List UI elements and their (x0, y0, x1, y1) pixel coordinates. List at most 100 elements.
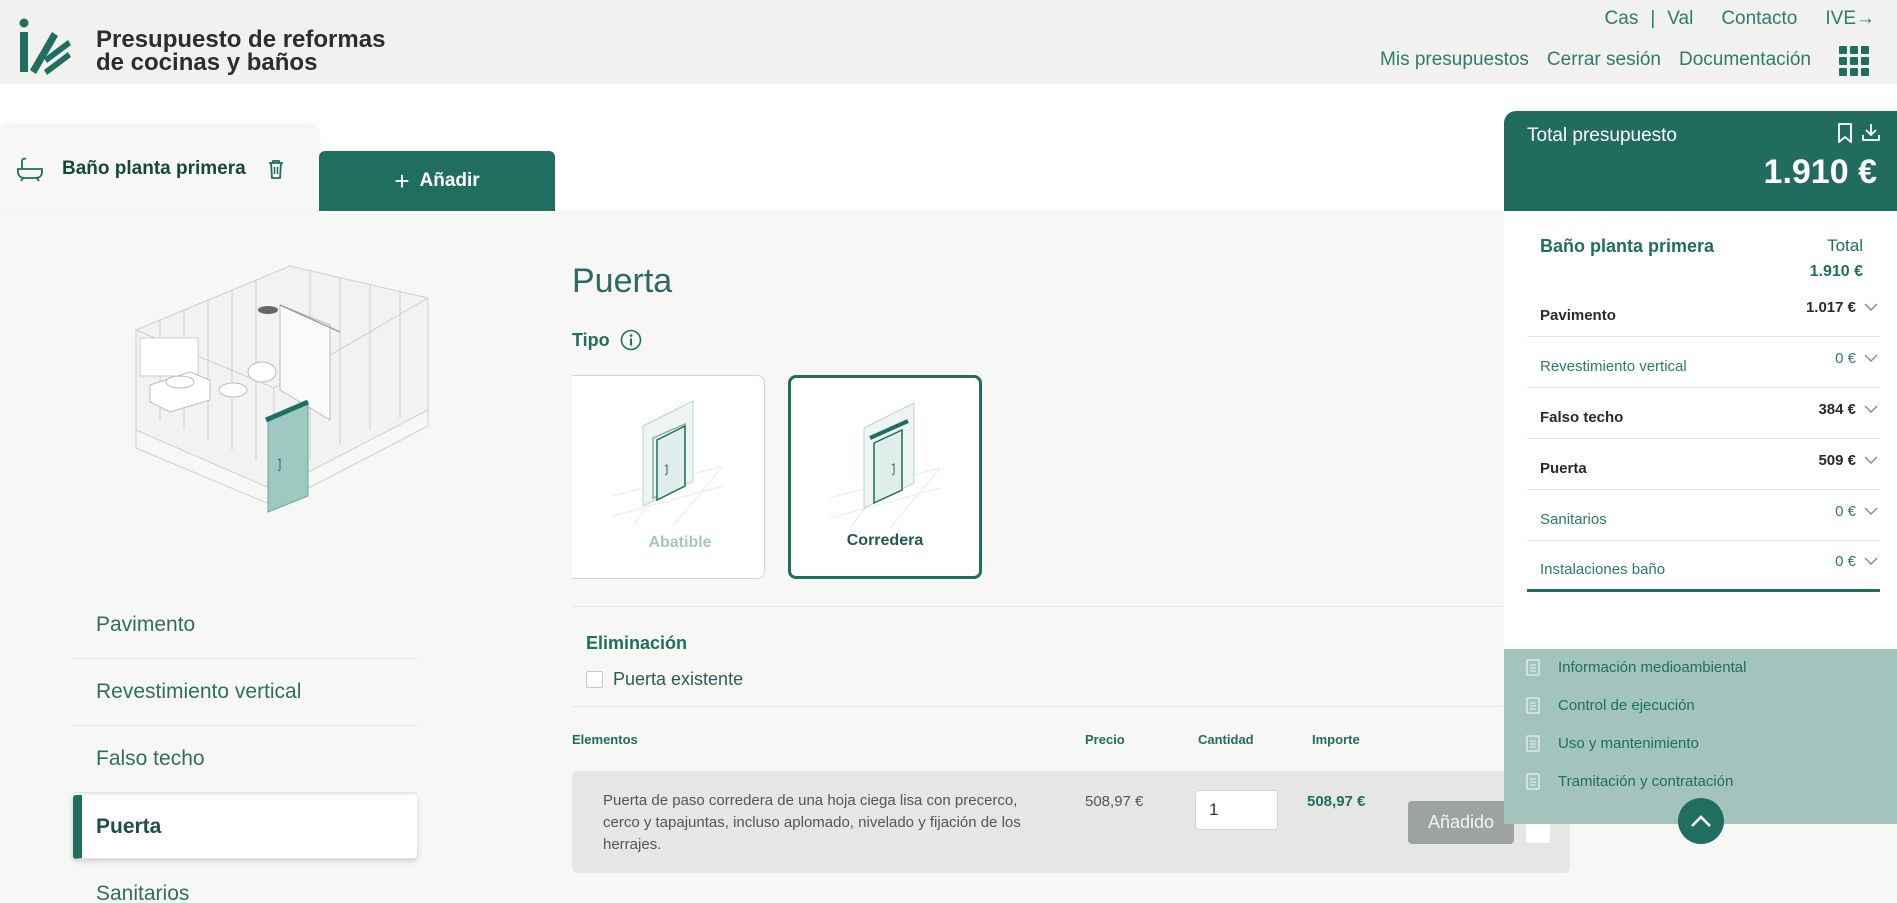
doc-label: Tramitación y contratación (1558, 772, 1734, 790)
delete-room-icon[interactable] (266, 158, 286, 180)
bookmark-icon[interactable] (1837, 123, 1853, 143)
summary-item-name: Revestimiento vertical (1540, 357, 1687, 375)
main-nav: Mis presupuestos Cerrar sesión Documenta… (1380, 49, 1811, 71)
ive-logo[interactable] (18, 18, 72, 76)
col-header-cantidad: Cantidad (1198, 732, 1254, 747)
table-row: Puerta de paso corredera de una hoja cie… (572, 771, 1570, 873)
total-amount: 1.910 € (1763, 153, 1877, 191)
summary-item-instalaciones[interactable]: Instalaciones baño 0 € (1527, 541, 1880, 592)
bathtub-icon (17, 157, 43, 182)
summary-total-label: Total (1827, 236, 1863, 255)
chevron-down-icon (1864, 405, 1878, 413)
lang-separator: | (1650, 8, 1656, 29)
chevron-down-icon (1864, 456, 1878, 464)
nav-item-sanitarios[interactable]: Sanitarios (73, 861, 417, 903)
option-abatible[interactable]: Abatible (572, 375, 765, 579)
doc-link-control-ejecucion[interactable]: Control de ejecución (1526, 696, 1695, 714)
clipboard-icon (1526, 697, 1540, 714)
nav-item-puerta[interactable]: Puerta (73, 795, 417, 859)
add-room-button[interactable]: + Añadir (319, 151, 555, 211)
row-price: 508,97 € (1085, 793, 1144, 810)
summary-total-value: 1.910 € (1809, 263, 1863, 280)
site-title-line2: de cocinas y baños (96, 49, 318, 76)
nav-mis-presupuestos[interactable]: Mis presupuestos (1380, 49, 1529, 71)
info-icon[interactable] (620, 329, 642, 351)
contact-link[interactable]: Contacto (1721, 8, 1797, 30)
site-title: Presupuesto de reformas de cocinas y bañ… (96, 26, 386, 76)
summary-item-sanitarios[interactable]: Sanitarios 0 € (1527, 490, 1880, 541)
top-links: Cas | Val Contacto IVE→ (1605, 8, 1875, 30)
summary-item-name: Instalaciones baño (1540, 560, 1666, 578)
eliminacion-title: Eliminación (586, 633, 688, 653)
total-label: Total presupuesto (1527, 125, 1677, 146)
tipo-row: Tipo (572, 329, 642, 351)
option-corredera[interactable]: Corredera (788, 375, 982, 579)
col-header-elementos: Elementos (572, 732, 638, 747)
summary-item-name: Puerta (1540, 459, 1587, 477)
summary-item-falso-techo[interactable]: Falso techo 384 € (1527, 388, 1880, 439)
doc-label: Uso y mantenimiento (1558, 734, 1699, 752)
summary-item-value: 509 € (1818, 451, 1856, 469)
summary-item-pavimento[interactable]: Pavimento 1.017 € (1527, 286, 1880, 337)
summary-item-puerta[interactable]: Puerta 509 € (1527, 439, 1880, 490)
nav-cerrar-sesion[interactable]: Cerrar sesión (1547, 49, 1661, 71)
puerta-existente-checkbox[interactable] (586, 671, 603, 688)
bathroom-illustration (135, 265, 429, 513)
room-tab-active[interactable]: Baño planta primera (0, 127, 318, 211)
add-room-label: Añadir (419, 170, 480, 191)
download-icon[interactable] (1861, 122, 1881, 142)
summary-room-title: Baño planta primera (1540, 236, 1715, 256)
doc-label: Control de ejecución (1558, 696, 1695, 714)
summary-item-name: Falso techo (1540, 408, 1624, 426)
tipo-label: Tipo (572, 329, 610, 350)
clipboard-icon (1526, 773, 1540, 790)
hinged-door-icon (613, 400, 723, 526)
row-total: 508,97 € (1307, 793, 1366, 810)
doc-label: Información medioambiental (1558, 658, 1747, 676)
doc-link-medioambiental[interactable]: Información medioambiental (1526, 658, 1746, 676)
chevron-down-icon (1864, 507, 1878, 515)
added-button[interactable]: Añadido (1408, 801, 1514, 844)
col-header-precio: Precio (1085, 732, 1125, 747)
scroll-to-top-button[interactable] (1678, 798, 1724, 844)
chevron-down-icon (1864, 303, 1878, 311)
nav-item-falso-techo[interactable]: Falso techo (73, 726, 417, 793)
divider (572, 706, 1502, 707)
site-title-line1: Presupuesto de reformas (96, 26, 386, 53)
summary-item-value: 0 € (1835, 552, 1856, 570)
summary-list: Pavimento 1.017 € Revestimiento vertical… (1527, 286, 1880, 592)
chevron-up-icon (1691, 815, 1711, 827)
summary-panel: Baño planta primera Total 1.910 € Pavime… (1504, 211, 1897, 649)
eliminacion-row: Puerta existente (586, 669, 743, 690)
nav-item-revestimiento[interactable]: Revestimiento vertical (73, 659, 417, 726)
summary-item-value: 0 € (1835, 349, 1856, 367)
puerta-existente-label[interactable]: Puerta existente (613, 669, 743, 690)
summary-item-value: 0 € (1835, 502, 1856, 520)
clipboard-icon (1526, 659, 1540, 676)
doc-link-uso-mantenimiento[interactable]: Uso y mantenimiento (1526, 734, 1699, 752)
chevron-down-icon (1864, 354, 1878, 362)
summary-item-name: Sanitarios (1540, 510, 1607, 528)
plus-icon: + (394, 166, 410, 196)
quantity-input[interactable]: 1 (1195, 790, 1278, 830)
top-header: Presupuesto de reformas de cocinas y bañ… (0, 0, 1897, 84)
summary-item-value: 1.017 € (1805, 298, 1856, 316)
row-description: Puerta de paso corredera de una hoja cie… (603, 792, 1021, 853)
sliding-door-icon (830, 402, 940, 528)
apps-grid-icon[interactable] (1839, 46, 1869, 76)
lang-cas-link[interactable]: Cas (1605, 8, 1639, 30)
col-header-importe: Importe (1312, 732, 1360, 747)
ive-link[interactable]: IVE→ (1825, 8, 1875, 30)
chevron-down-icon (1864, 557, 1878, 565)
room-tab-label: Baño planta primera (62, 158, 246, 179)
doc-link-tramitacion[interactable]: Tramitación y contratación (1526, 772, 1733, 790)
clipboard-icon (1526, 735, 1540, 752)
nav-documentacion[interactable]: Documentación (1679, 49, 1811, 71)
lang-val-link[interactable]: Val (1667, 8, 1693, 30)
total-header: Total presupuesto 1.910 € (1504, 111, 1897, 211)
summary-item-revestimiento[interactable]: Revestimiento vertical 0 € (1527, 337, 1880, 388)
summary-item-value: 384 € (1818, 400, 1856, 418)
section-title: Puerta (572, 262, 673, 300)
nav-item-pavimento[interactable]: Pavimento (73, 592, 417, 659)
option-corredera-label: Corredera (846, 532, 924, 549)
